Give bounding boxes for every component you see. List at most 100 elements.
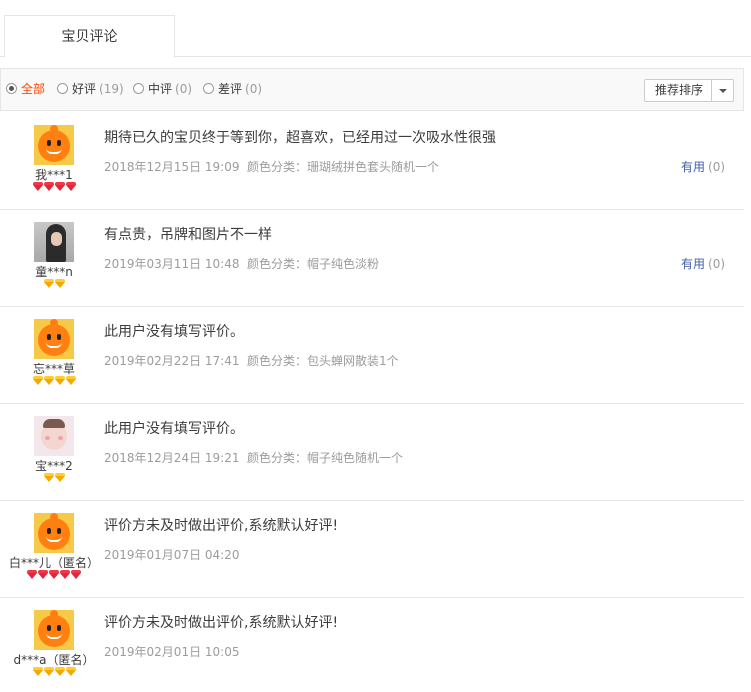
- diamond-badge-icon: [65, 667, 76, 676]
- avatar-cheek: [58, 436, 63, 440]
- review-item: d***a（匿名） 评价方未及时做出评价,系统默认好评! 2019年02月01日 1…: [0, 598, 744, 692]
- filter-positive[interactable]: 好评 (19): [57, 69, 124, 110]
- review-item: 宝***2 此用户没有填写评价。 2018年12月24日 19:21 颜色分类：帽子纯…: [0, 404, 744, 501]
- review-item: 童***n 有点贵，吊牌和图片不一样 2019年03月11日 10:48 颜色分类：帽…: [0, 210, 744, 307]
- heart-badge-icon: [60, 570, 70, 579]
- review-content: 期待已久的宝贝终于等到你，超喜欢，已经用过一次吸水性很强: [104, 130, 496, 146]
- heart-badge-icon: [32, 182, 43, 191]
- avatar-eye: [47, 334, 51, 340]
- filter-neutral-count: (0): [175, 82, 193, 96]
- review-item: 白***儿（匿名） 评价方未及时做出评价,系统默认好评! 2019年01月07日 0…: [0, 501, 744, 598]
- filter-positive-label: 好评: [72, 82, 97, 96]
- heart-badge-icon: [71, 570, 81, 579]
- diamond-badge-icon: [54, 279, 65, 288]
- orange-mascot-icon[interactable]: [34, 125, 74, 165]
- orange-mascot-icon[interactable]: [34, 319, 74, 359]
- avatar-mouth: [46, 148, 62, 154]
- heart-badge-icon: [43, 182, 54, 191]
- avatar-hair: [43, 419, 65, 428]
- orange-mascot-icon[interactable]: [34, 610, 74, 650]
- review-sku: 颜色分类：珊瑚绒拼色套头随机一个: [247, 160, 440, 174]
- buyer-credit-badges: [0, 278, 108, 290]
- avatar-cheek: [45, 436, 50, 440]
- review-item: 我***1 期待已久的宝贝终于等到你，超喜欢，已经用过一次吸水性很强 2018年12…: [0, 113, 744, 210]
- review-content: 此用户没有填写评价。: [104, 421, 244, 437]
- buyer-credit-badges: [0, 666, 108, 678]
- filter-negative[interactable]: 差评 (0): [203, 69, 262, 110]
- heart-badge-icon: [54, 182, 65, 191]
- review-item: 忘***草 此用户没有填写评价。 2019年02月22日 17:41 颜色分类：包头蝉…: [0, 307, 744, 404]
- heart-badge-icon: [49, 570, 59, 579]
- orange-mascot-icon[interactable]: [34, 513, 74, 553]
- review-date: 2018年12月24日 19:21: [104, 451, 240, 465]
- filter-all[interactable]: 全部: [6, 69, 45, 110]
- radio-negative[interactable]: [203, 83, 214, 94]
- filter-all-label: 全部: [21, 82, 46, 96]
- diamond-badge-icon: [32, 376, 43, 385]
- useful-button[interactable]: 有用 (0): [681, 158, 725, 175]
- useful-count: (0): [708, 160, 726, 174]
- chevron-down-icon[interactable]: [719, 89, 727, 93]
- avatar-face: [38, 518, 70, 550]
- radio-neutral[interactable]: [133, 83, 144, 94]
- buyer-credit-badges: [0, 472, 108, 484]
- diamond-badge-icon: [43, 376, 54, 385]
- diamond-badge-icon: [65, 376, 76, 385]
- review-date: 2019年02月22日 17:41: [104, 354, 240, 368]
- heart-badge-icon: [27, 570, 37, 579]
- filter-neutral[interactable]: 中评 (0): [133, 69, 192, 110]
- useful-count: (0): [708, 257, 726, 271]
- avatar-eye: [57, 334, 61, 340]
- sort-dropdown[interactable]: 推荐排序: [644, 79, 734, 102]
- review-date: 2019年03月11日 10:48: [104, 257, 240, 271]
- avatar-eye: [57, 528, 61, 534]
- useful-label: 有用: [681, 160, 706, 174]
- tab-reviews[interactable]: 宝贝评论: [4, 15, 175, 58]
- review-date: 2019年02月01日 10:05: [104, 645, 240, 659]
- review-content: 评价方未及时做出评价,系统默认好评!: [104, 518, 339, 534]
- buyer-credit-badges: [0, 375, 108, 387]
- avatar-mouth: [46, 536, 62, 542]
- review-sku: 颜色分类：帽子纯色淡粉: [247, 257, 380, 271]
- diamond-badge-icon: [43, 667, 54, 676]
- filter-neutral-label: 中评: [148, 82, 173, 96]
- review-date: 2018年12月15日 19:09: [104, 160, 240, 174]
- sort-separator: [711, 80, 712, 101]
- diamond-badge-icon: [32, 667, 43, 676]
- avatar-face: [38, 324, 70, 356]
- buyer-credit-badges: [0, 569, 108, 581]
- filter-negative-label: 差评: [218, 82, 243, 96]
- avatar-eye: [57, 625, 61, 631]
- review-date: 2019年01月07日 04:20: [104, 548, 240, 562]
- avatar-face: [51, 232, 62, 246]
- heart-badge-icon: [65, 182, 76, 191]
- heart-badge-icon: [38, 570, 48, 579]
- avatar-eye: [47, 528, 51, 534]
- baby-photo-icon[interactable]: [34, 416, 74, 456]
- review-content: 此用户没有填写评价。: [104, 324, 244, 340]
- useful-button[interactable]: 有用 (0): [681, 255, 725, 272]
- sort-label: 推荐排序: [655, 83, 704, 97]
- useful-label: 有用: [681, 257, 706, 271]
- review-content: 有点贵，吊牌和图片不一样: [104, 227, 272, 243]
- review-content: 评价方未及时做出评价,系统默认好评!: [104, 615, 339, 631]
- avatar-face: [38, 615, 70, 647]
- diamond-badge-icon: [54, 667, 65, 676]
- diamond-badge-icon: [54, 473, 65, 482]
- avatar-eye: [57, 140, 61, 146]
- avatar-eye: [47, 140, 51, 146]
- girl-photo-icon[interactable]: [34, 222, 74, 262]
- review-tabbar: 宝贝评论: [0, 0, 751, 58]
- filter-positive-count: (19): [99, 82, 124, 96]
- diamond-badge-icon: [54, 376, 65, 385]
- avatar-eye: [47, 625, 51, 631]
- diamond-badge-icon: [43, 473, 54, 482]
- review-sku: 颜色分类：帽子纯色随机一个: [247, 451, 404, 465]
- avatar-face: [38, 130, 70, 162]
- radio-positive[interactable]: [57, 83, 68, 94]
- buyer-credit-badges: [0, 181, 108, 193]
- radio-all[interactable]: [6, 83, 17, 94]
- review-sku: 颜色分类：包头蝉网散装1个: [247, 354, 399, 368]
- avatar-mouth: [46, 342, 62, 348]
- diamond-badge-icon: [43, 279, 54, 288]
